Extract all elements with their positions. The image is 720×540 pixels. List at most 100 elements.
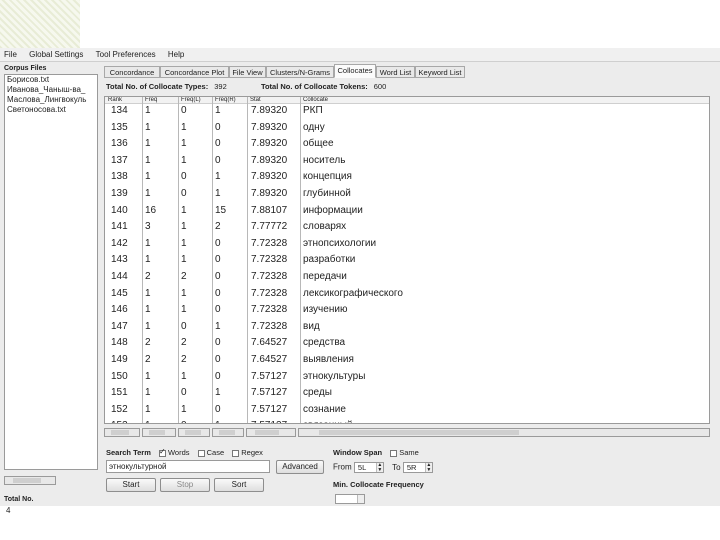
- stop-button[interactable]: Stop: [160, 478, 210, 492]
- table-row[interactable]: 139 1 0 1 7.89320 глубинной: [105, 186, 709, 203]
- cell-freq: 1: [145, 304, 151, 316]
- scrollbar-rank[interactable]: [104, 428, 140, 437]
- table-row[interactable]: 149 2 2 0 7.64527 выявления: [105, 352, 709, 369]
- to-value: 5R: [406, 463, 417, 472]
- words-label: Words: [167, 448, 190, 457]
- cell-freq-left: 1: [181, 221, 187, 233]
- table-row[interactable]: 134 1 0 1 7.89320 РКП: [105, 103, 709, 120]
- table-row[interactable]: 147 1 0 1 7.72328 вид: [105, 319, 709, 336]
- cell-freq-right: 0: [215, 403, 221, 415]
- cell-stat: 7.89320: [251, 154, 288, 166]
- spinner-arrows-icon[interactable]: ▲ ▼: [375, 463, 383, 472]
- sort-button[interactable]: Sort: [214, 478, 264, 492]
- tab-collocates[interactable]: Collocates: [334, 64, 376, 78]
- cell-collocate: одну: [303, 121, 325, 133]
- collocates-table[interactable]: Rank Freq Freq(L) Freq(R) Stat Collocate…: [104, 96, 710, 424]
- to-spinner[interactable]: 5R ▲ ▼: [402, 462, 433, 473]
- cell-freq-left: 2: [181, 353, 187, 365]
- words-checkbox[interactable]: [158, 447, 166, 457]
- cell-stat: 7.88107: [251, 204, 288, 216]
- case-checkbox[interactable]: [197, 449, 205, 457]
- tab-file-view[interactable]: File View: [229, 66, 266, 78]
- menu-help[interactable]: Help: [168, 48, 184, 62]
- cell-stat: 7.72328: [251, 304, 288, 316]
- total-files-label: Total No.: [4, 496, 34, 503]
- cell-stat: 7.57127: [251, 403, 288, 415]
- table-row[interactable]: 136 1 1 0 7.89320 общее: [105, 136, 709, 153]
- scrollbar-freq[interactable]: [142, 428, 176, 437]
- from-spinner[interactable]: 5L ▲ ▼: [353, 462, 384, 473]
- cell-stat: 7.89320: [251, 121, 288, 133]
- spinner-arrows-icon[interactable]: [357, 495, 364, 503]
- cell-freq-left: 1: [181, 138, 187, 150]
- cell-freq-right: 1: [215, 171, 221, 183]
- file-list-scrollbar[interactable]: [4, 476, 56, 485]
- table-row[interactable]: 151 1 0 1 7.57127 среды: [105, 385, 709, 402]
- scrollbar-freq-right[interactable]: [212, 428, 244, 437]
- corpus-file-item[interactable]: Иванова_Чаныш-ва_: [5, 85, 97, 95]
- search-term-label: Search Term: [106, 448, 151, 457]
- table-row[interactable]: 146 1 1 0 7.72328 изучению: [105, 302, 709, 319]
- cell-rank: 148: [111, 337, 128, 349]
- cell-collocate: этнопсихологии: [303, 237, 377, 249]
- regex-checkbox[interactable]: [232, 449, 240, 457]
- table-row[interactable]: 137 1 1 0 7.89320 носитель: [105, 153, 709, 170]
- cell-freq: 1: [145, 387, 151, 399]
- menu-tool-preferences[interactable]: Tool Preferences: [96, 48, 156, 62]
- corpus-file-item[interactable]: Светоносова.txt: [5, 105, 97, 115]
- corpus-file-list[interactable]: Борисов.txt Иванова_Чаныш-ва_ Маслова_Ли…: [4, 74, 98, 470]
- table-row[interactable]: 143 1 1 0 7.72328 разработки: [105, 252, 709, 269]
- scrollbar-stat[interactable]: [246, 428, 296, 437]
- scrollbar-collocate[interactable]: [298, 428, 710, 437]
- tab-clusters-ngrams[interactable]: Clusters/N-Grams: [266, 66, 334, 78]
- advanced-button[interactable]: Advanced: [276, 460, 324, 474]
- scrollbar-freq-left[interactable]: [178, 428, 210, 437]
- cell-freq: 1: [145, 121, 151, 133]
- table-row[interactable]: 144 2 2 0 7.72328 передачи: [105, 269, 709, 286]
- cell-rank: 134: [111, 105, 128, 116]
- table-row[interactable]: 141 3 1 2 7.77772 словарях: [105, 219, 709, 236]
- spinner-arrows-icon[interactable]: ▲ ▼: [424, 463, 432, 472]
- menu-file[interactable]: File: [4, 48, 17, 62]
- tab-word-list[interactable]: Word List: [376, 66, 415, 78]
- table-row[interactable]: 140 16 1 15 7.88107 информации: [105, 203, 709, 220]
- cell-freq-right: 0: [215, 254, 221, 266]
- cell-stat: 7.64527: [251, 353, 288, 365]
- cell-rank: 140: [111, 204, 128, 216]
- cell-stat: 7.64527: [251, 337, 288, 349]
- tab-concordance[interactable]: Concordance: [104, 66, 160, 78]
- table-row[interactable]: 135 1 1 0 7.89320 одну: [105, 120, 709, 137]
- cell-stat: 7.72328: [251, 237, 288, 249]
- cell-collocate: лексикографического: [303, 287, 403, 299]
- tab-keyword-list[interactable]: Keyword List: [415, 66, 465, 78]
- table-row[interactable]: 148 2 2 0 7.64527 средства: [105, 335, 709, 352]
- same-checkbox[interactable]: [390, 449, 398, 457]
- table-row[interactable]: 145 1 1 0 7.72328 лексикографического: [105, 286, 709, 303]
- cell-freq-left: 1: [181, 254, 187, 266]
- cell-freq-right: 0: [215, 304, 221, 316]
- cell-freq-left: 1: [181, 304, 187, 316]
- cell-freq-right: 0: [215, 337, 221, 349]
- cell-stat: 7.89320: [251, 171, 288, 183]
- tab-concordance-plot[interactable]: Concordance Plot: [160, 66, 229, 78]
- corpus-file-item[interactable]: Маслова_Лингвокуль: [5, 95, 97, 105]
- cell-stat: 7.77772: [251, 221, 288, 233]
- corpus-file-item[interactable]: Борисов.txt: [5, 75, 97, 85]
- table-row[interactable]: 142 1 1 0 7.72328 этнопсихологии: [105, 236, 709, 253]
- table-row[interactable]: 152 1 1 0 7.57127 сознание: [105, 402, 709, 419]
- cell-collocate: вид: [303, 320, 320, 332]
- cell-rank: 139: [111, 187, 128, 199]
- cell-freq: 16: [145, 204, 157, 216]
- cell-freq-left: 0: [181, 171, 187, 183]
- start-button[interactable]: Start: [106, 478, 156, 492]
- table-row[interactable]: 150 1 1 0 7.57127 этнокультуры: [105, 369, 709, 386]
- table-row[interactable]: 138 1 0 1 7.89320 концепция: [105, 169, 709, 186]
- menu-global-settings[interactable]: Global Settings: [29, 48, 83, 62]
- table-row[interactable]: 153 1 0 1 7.57127 связанный: [105, 418, 709, 423]
- cell-rank: 141: [111, 221, 128, 233]
- cell-freq: 2: [145, 353, 151, 365]
- search-input[interactable]: этнокультурной: [106, 460, 270, 473]
- cell-collocate: передачи: [303, 270, 347, 282]
- cell-freq-right: 1: [215, 187, 221, 199]
- min-frequency-spinner[interactable]: [335, 494, 365, 504]
